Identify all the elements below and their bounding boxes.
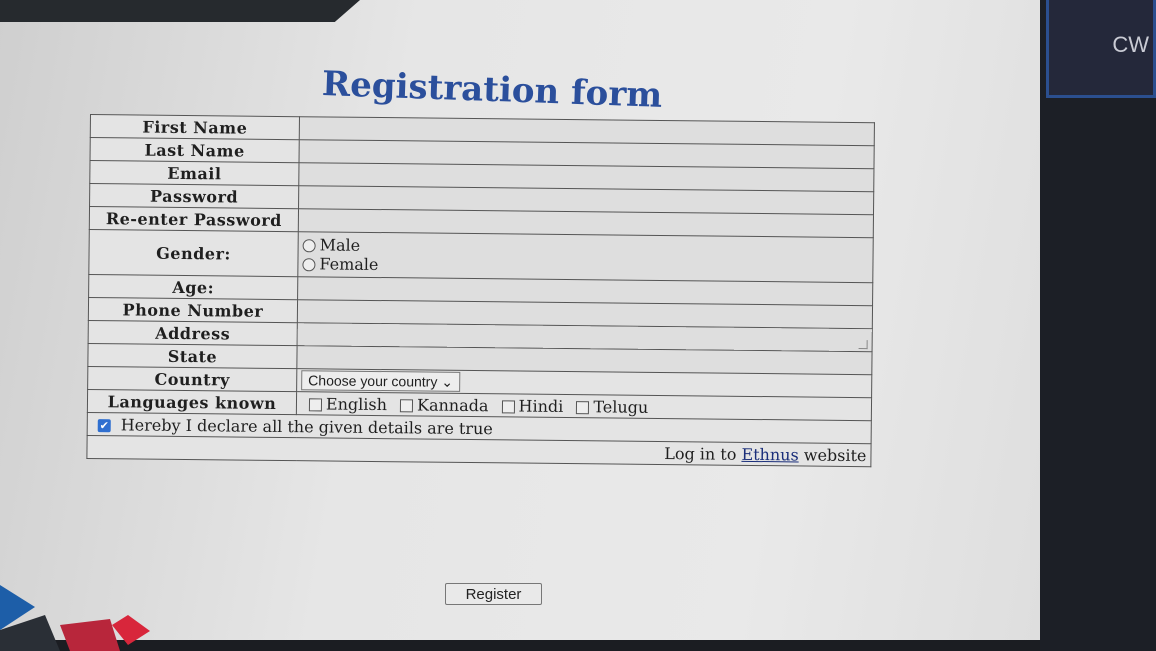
top-dark-band: [0, 0, 360, 22]
chevron-down-icon: ⌄: [441, 373, 454, 390]
radio-male-icon[interactable]: [302, 239, 316, 253]
first-name-label: First Name: [90, 114, 300, 140]
country-select[interactable]: Choose your country ⌄: [301, 370, 461, 392]
radio-female-icon[interactable]: [302, 258, 316, 272]
participant-tile[interactable]: CW: [1046, 0, 1156, 98]
login-suffix: website: [803, 444, 867, 465]
resize-grip-icon[interactable]: [858, 340, 868, 350]
form-table: First Name Last Name Email Password Re-e…: [86, 114, 875, 468]
country-label: Country: [87, 366, 297, 392]
checkbox-english[interactable]: [308, 397, 323, 411]
language-english-label: English: [325, 393, 388, 414]
declaration-text: Hereby I declare all the given details a…: [120, 414, 493, 438]
page-title: Registration form: [321, 64, 663, 116]
language-kannada-label: Kannada: [416, 394, 489, 415]
email-label: Email: [89, 160, 300, 186]
country-select-value: Choose your country: [308, 372, 438, 390]
gender-row: Gender: Male Female: [88, 229, 874, 283]
language-telugu-label: Telugu: [593, 396, 649, 417]
gender-female-label: Female: [319, 254, 379, 275]
gender-male-label: Male: [319, 235, 361, 255]
register-button[interactable]: Register: [445, 583, 542, 605]
age-label: Age:: [88, 274, 298, 300]
login-prefix: Log in to: [664, 443, 737, 464]
password-label: Password: [89, 183, 299, 209]
logo-corner-decoration: [0, 585, 150, 651]
browser-page: Registration form First Name Last Name E…: [0, 0, 1100, 651]
checkbox-hindi[interactable]: [501, 399, 515, 413]
declaration-checkbox[interactable]: ✔: [97, 418, 111, 432]
phone-label: Phone Number: [88, 297, 298, 323]
state-label: State: [87, 343, 298, 369]
checkbox-telugu[interactable]: [576, 400, 590, 414]
ethnus-link[interactable]: Ethnus: [741, 444, 798, 464]
participant-initials: CW: [1112, 32, 1149, 57]
reenter-password-label: Re-enter Password: [89, 206, 299, 232]
address-label: Address: [88, 320, 298, 346]
languages-label: Languages known: [87, 389, 297, 415]
language-hindi-label: Hindi: [518, 396, 564, 416]
registration-form: First Name Last Name Email Password Re-e…: [86, 114, 875, 468]
gender-label: Gender:: [88, 229, 299, 277]
last-name-label: Last Name: [90, 137, 300, 163]
checkbox-kannada[interactable]: [399, 398, 414, 412]
gender-options: Male Female: [297, 231, 874, 283]
